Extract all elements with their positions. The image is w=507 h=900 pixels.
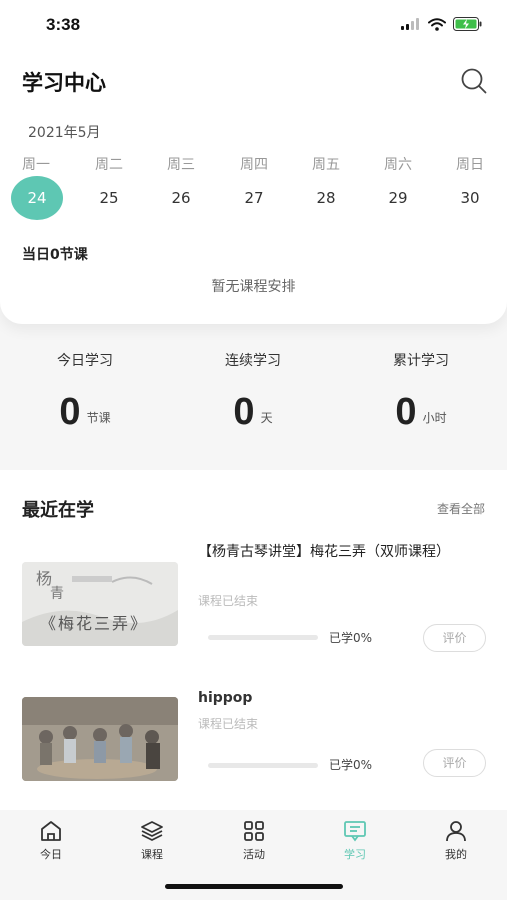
- tab-today[interactable]: 今日: [21, 820, 81, 862]
- view-all-link[interactable]: 查看全部: [437, 500, 485, 517]
- top-card: 3:38 学习中心 2021年5月 周一 周二 周三 周四 周五 周六 周日 2…: [0, 0, 507, 324]
- empty-schedule-text: 暂无课程安排: [211, 279, 296, 295]
- course-status: 课程已结束: [198, 717, 259, 731]
- weekday-label: 周日: [456, 157, 484, 173]
- stat-value: 0: [395, 391, 417, 433]
- day-course-count: 当日0节课: [22, 247, 88, 263]
- stat-label: 累计学习: [393, 353, 449, 369]
- svg-text:青: 青: [50, 586, 64, 602]
- month-label: 2021年5月: [28, 125, 101, 141]
- rate-button[interactable]: 评价: [423, 624, 486, 652]
- course-title: 【杨青古琴讲堂】梅花三弄（双师课程）: [198, 544, 450, 560]
- weekday-label: 周六: [384, 157, 412, 173]
- course-thumbnail: [22, 697, 178, 781]
- course-thumbnail-caption: 《梅花三弄》: [40, 614, 149, 633]
- page-title: 学习中心: [22, 71, 106, 95]
- tab-study[interactable]: 学习: [325, 820, 385, 862]
- grid-icon: [244, 821, 264, 841]
- stat-unit: 天: [260, 411, 273, 425]
- tab-label: 学习: [344, 848, 366, 861]
- battery-icon: [453, 17, 482, 31]
- status-icons: [401, 17, 483, 31]
- date-cell[interactable]: 30: [444, 176, 496, 220]
- weekday-label: 周一: [22, 157, 50, 173]
- tab-label: 活动: [243, 848, 265, 861]
- course-thumbnail: 杨 青 《梅花三弄》: [22, 562, 178, 646]
- status-bar: 3:38: [0, 0, 507, 52]
- tab-label: 我的: [445, 848, 467, 861]
- date-row: 24 25 26 27 28 29 30: [0, 176, 507, 220]
- stat-label: 今日学习: [57, 353, 113, 369]
- home-icon: [41, 821, 61, 841]
- date-cell[interactable]: 29: [372, 176, 424, 220]
- stat-value: 0: [233, 391, 255, 433]
- course-thumbnail-art: [22, 697, 178, 781]
- layers-icon: [141, 821, 163, 841]
- weekday-label: 周五: [312, 157, 340, 173]
- date-cell-selected[interactable]: 24: [11, 176, 63, 220]
- progress-bar: [208, 763, 318, 768]
- tab-courses[interactable]: 课程: [122, 820, 182, 862]
- stat-today: 今日学习 0 节课: [10, 350, 160, 432]
- weekday-row: 周一 周二 周三 周四 周五 周六 周日: [0, 154, 507, 178]
- user-icon: [446, 821, 466, 842]
- date-cell[interactable]: 27: [228, 176, 280, 220]
- signal-icon: [401, 18, 419, 30]
- stat-streak: 连续学习 0 天: [178, 350, 328, 432]
- home-indicator[interactable]: [165, 884, 343, 889]
- date-cell[interactable]: 26: [155, 176, 207, 220]
- weekday-label: 周四: [240, 157, 268, 173]
- weekday-label: 周二: [95, 157, 123, 173]
- course-title: hippop: [198, 690, 253, 706]
- recent-section: 最近在学 查看全部 杨 青 《梅花三弄》 【杨青古琴讲堂】梅花三弄（双师课程） …: [0, 470, 507, 810]
- course-status: 课程已结束: [198, 594, 259, 608]
- course-card[interactable]: hippop 课程已结束 已学0% 评价: [0, 678, 507, 788]
- wifi-icon: [428, 17, 446, 31]
- search-icon[interactable]: [460, 67, 488, 95]
- weekday-label: 周三: [167, 157, 195, 173]
- stat-unit: 节课: [86, 411, 111, 425]
- stat-value: 0: [59, 391, 81, 433]
- course-card[interactable]: 杨 青 《梅花三弄》 【杨青古琴讲堂】梅花三弄（双师课程） 课程已结束 已学0%…: [0, 540, 507, 652]
- progress-text: 已学0%: [329, 631, 373, 645]
- stat-total: 累计学习 0 小时: [346, 350, 496, 432]
- stat-unit: 小时: [422, 411, 447, 425]
- stat-label: 连续学习: [225, 353, 281, 369]
- rate-button[interactable]: 评价: [423, 749, 486, 777]
- study-icon: [344, 821, 366, 842]
- date-cell[interactable]: 28: [300, 176, 352, 220]
- stats-panel: 今日学习 0 节课 连续学习 0 天 累计学习 0 小时: [0, 324, 507, 464]
- progress-text: 已学0%: [329, 758, 373, 772]
- tab-activities[interactable]: 活动: [224, 820, 284, 862]
- status-time: 3:38: [46, 15, 81, 34]
- section-title: 最近在学: [22, 500, 94, 521]
- tab-label: 今日: [40, 848, 62, 861]
- tab-label: 课程: [141, 848, 163, 861]
- progress-bar: [208, 635, 318, 640]
- tab-profile[interactable]: 我的: [426, 820, 486, 862]
- date-cell[interactable]: 25: [83, 176, 135, 220]
